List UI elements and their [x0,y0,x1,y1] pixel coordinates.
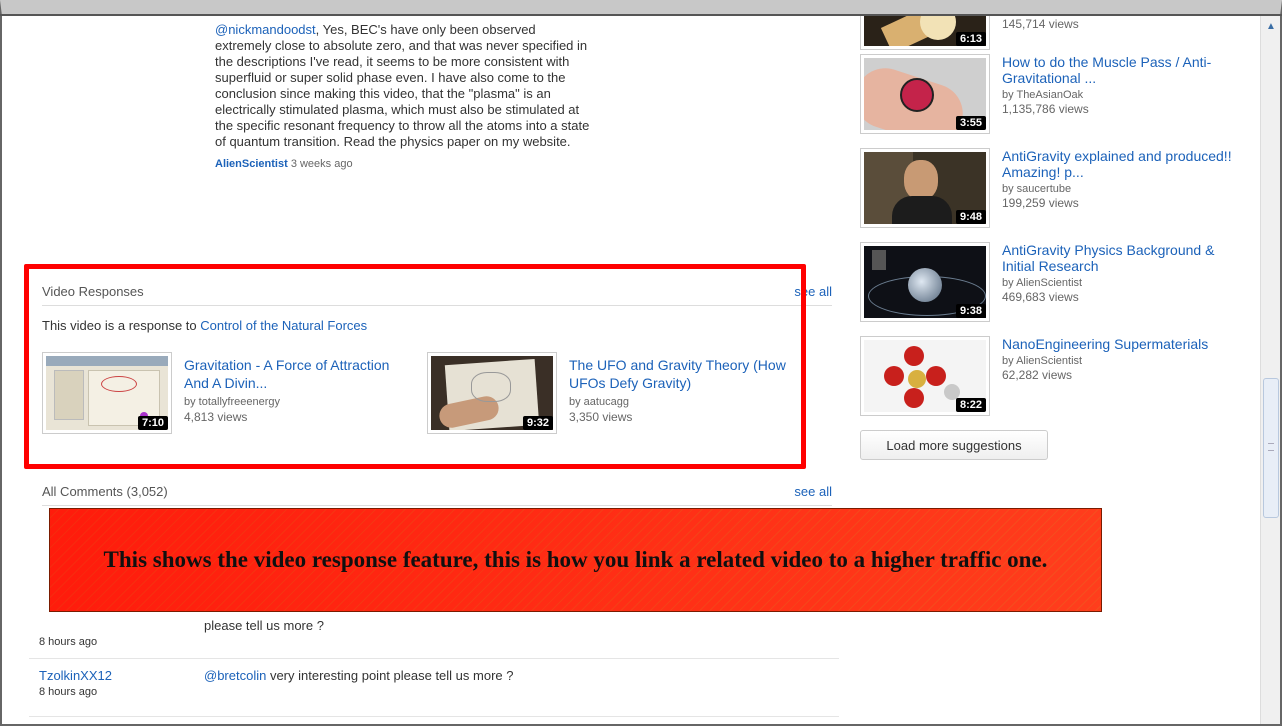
suggested-video-title-link[interactable]: How to do the Muscle Pass / Anti-Gravita… [1002,54,1242,86]
duration-badge: 9:38 [955,304,986,318]
suggested-video-thumbnail[interactable]: 6:13 [860,16,990,50]
comment-item: TzolkinXX12 8 hours ago @bretcolin very … [39,668,839,702]
duration-badge: 3:55 [955,116,986,130]
suggested-video-views: 1,135,786 views [1002,102,1089,116]
all-comments-see-all-link[interactable]: see all [794,484,832,499]
suggested-video-views: 145,714 views [1002,17,1079,31]
suggested-video-item[interactable]: 8:22 NanoEngineering Supermaterials by A… [860,336,1250,416]
suggested-video-thumbnail[interactable]: 9:38 [860,242,990,322]
reply-author-link[interactable]: AlienScientist [215,158,288,170]
suggested-video-info: 145,714 views [1002,16,1242,31]
suggested-video-author: by AlienScientist [1002,355,1083,367]
reply-text: , Yes, BEC's have only been observed ext… [215,22,590,149]
suggested-video-author: by saucertube [1002,183,1072,195]
suggested-video-title-link[interactable]: AntiGravity Physics Background & Initial… [1002,242,1242,274]
suggested-video-item[interactable]: 3:55 How to do the Muscle Pass / Anti-Gr… [860,54,1250,134]
annotation-text: This shows the video response feature, t… [103,547,1048,572]
highlight-box [24,264,806,469]
suggested-video-title-link[interactable]: AntiGravity explained and produced!! Ama… [1002,148,1242,180]
suggested-video-title-link[interactable]: NanoEngineering Supermaterials [1002,336,1242,352]
comment-text: please tell us more ? [204,618,324,633]
suggested-video-thumbnail[interactable]: 3:55 [860,54,990,134]
duration-badge: 8:22 [955,398,986,412]
reply-comment: @nickmandoodst, Yes, BEC's have only bee… [215,22,595,172]
suggested-video-info: AntiGravity explained and produced!! Ama… [1002,148,1242,210]
suggested-video-info: AntiGravity Physics Background & Initial… [1002,242,1242,304]
page-content: @nickmandoodst, Yes, BEC's have only bee… [2,16,1258,724]
scroll-up-arrow-icon[interactable]: ▲ [1263,18,1279,34]
comment-time: 8 hours ago [39,636,98,648]
comment-author-link[interactable]: TzolkinXX12 [39,668,112,683]
suggested-video-item[interactable]: 9:38 AntiGravity Physics Background & In… [860,242,1250,322]
suggested-video-item[interactable]: 6:13 145,714 views [860,16,1250,50]
duration-badge: 6:13 [955,32,986,46]
comment-text: @bretcolin very interesting point please… [204,668,514,683]
comment-divider [29,716,839,717]
suggested-video-thumbnail[interactable]: 9:48 [860,148,990,228]
duration-badge: 9:48 [955,210,986,224]
all-comments-title: All Comments (3,052) [42,484,168,499]
reply-meta: AlienScientist 3 weeks ago [215,156,595,172]
suggested-video-item[interactable]: 9:48 AntiGravity explained and produced!… [860,148,1250,228]
suggested-video-info: How to do the Muscle Pass / Anti-Gravita… [1002,54,1242,116]
suggested-video-views: 469,683 views [1002,290,1079,304]
scrollbar-thumb[interactable] [1263,378,1279,518]
suggested-video-author: by TheAsianOak [1002,89,1084,101]
suggested-video-info: NanoEngineering Supermaterials by AlienS… [1002,336,1242,382]
scrollbar-grip-icon [1268,443,1274,451]
reply-mention-link[interactable]: @nickmandoodst [215,22,316,37]
all-comments-header: All Comments (3,052) see all [42,482,832,506]
suggested-video-views: 62,282 views [1002,368,1073,382]
comment-time: 8 hours ago [39,686,98,698]
suggested-video-views: 199,259 views [1002,196,1079,210]
comment-mention-link[interactable]: @bretcolin [204,668,266,683]
suggested-video-thumbnail[interactable]: 8:22 [860,336,990,416]
comment-divider [29,658,839,659]
comment-item: 8 hours ago please tell us more ? [39,618,839,648]
annotation-callout: This shows the video response feature, t… [49,508,1102,612]
suggested-video-author: by AlienScientist [1002,277,1083,289]
reply-time: 3 weeks ago [290,158,353,170]
load-more-suggestions-button[interactable]: Load more suggestions [860,430,1048,460]
vertical-scrollbar[interactable]: ▲ [1260,16,1280,724]
